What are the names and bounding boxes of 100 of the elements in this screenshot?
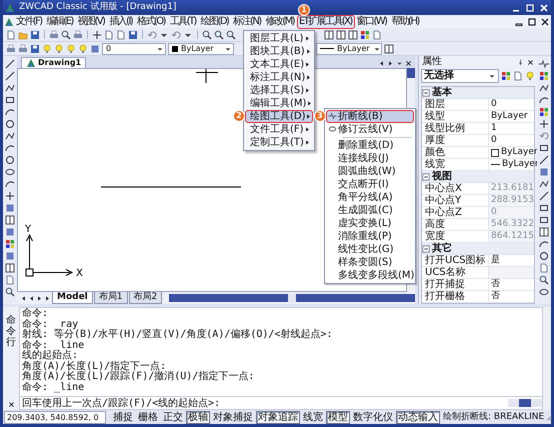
property-value[interactable]: ByLayer (489, 111, 534, 122)
scrollbar-thumb[interactable] (407, 68, 415, 78)
property-value[interactable]: 0 (489, 135, 534, 146)
status-toggle[interactable]: 对象捕捉 (211, 410, 255, 424)
layer-dropdown[interactable]: 0 (102, 42, 166, 54)
collapse-icon[interactable] (422, 244, 430, 252)
scrollbar-thumb[interactable] (519, 399, 531, 407)
menu-item[interactable]: 生成圆弧(C) (326, 204, 414, 216)
menu-item[interactable]: ET扩展工具(X) (296, 14, 355, 28)
close-icon[interactable] (527, 58, 534, 66)
menu-item[interactable]: 插入(I) (107, 14, 136, 28)
menu-item[interactable]: 编辑工具(M) (244, 96, 313, 110)
arc-icon[interactable] (5, 143, 15, 153)
menu-item[interactable]: 文件(F) (14, 14, 45, 28)
menu-item[interactable]: 定制工具(T) (244, 136, 313, 148)
property-value[interactable]: 否 (489, 291, 534, 302)
bulb-icon[interactable] (54, 44, 64, 54)
property-value[interactable]: 否 (489, 279, 534, 290)
grid-icon[interactable] (539, 71, 549, 81)
scrollbar[interactable] (508, 399, 542, 407)
rectangle-icon[interactable] (539, 143, 549, 153)
status-toggle[interactable]: 线宽 (301, 410, 325, 424)
page-icon[interactable] (513, 71, 523, 81)
menu-item[interactable]: 标注(N) (231, 14, 264, 28)
ellipse-icon[interactable] (539, 287, 549, 297)
group-header[interactable]: 其它 (432, 244, 452, 254)
line-icon[interactable] (5, 59, 15, 69)
menu-item[interactable]: 删除重线(D) (326, 138, 414, 152)
linetype-dropdown[interactable]: ByLayer (316, 42, 382, 54)
property-value[interactable]: 是 (489, 255, 534, 266)
close-icon[interactable] (540, 16, 550, 26)
bulb-icon[interactable] (525, 71, 535, 81)
status-toggle[interactable]: 极轴 (186, 410, 210, 424)
menu-item[interactable]: 视图(V) (76, 14, 108, 28)
panel-icon[interactable] (5, 263, 15, 273)
status-toggle[interactable]: 正交 (161, 410, 185, 424)
search-icon[interactable] (202, 30, 212, 40)
menu-item[interactable]: 消除重线(P) (326, 230, 414, 242)
status-toggle[interactable]: 对象追踪 (256, 410, 300, 424)
menu-item[interactable]: 修订云线(V) (326, 122, 414, 136)
page-icon[interactable] (539, 263, 549, 273)
line-icon[interactable] (539, 155, 549, 165)
scrollbar-thumb[interactable] (288, 294, 296, 302)
close-icon[interactable] (405, 60, 412, 67)
panel-icon[interactable] (384, 44, 394, 54)
ellipse-icon[interactable] (5, 167, 15, 177)
polyline-icon[interactable] (5, 131, 15, 141)
panel-icon[interactable] (336, 30, 346, 40)
grid-icon[interactable] (5, 239, 15, 249)
grid-icon[interactable] (539, 107, 549, 117)
printer-icon[interactable] (49, 30, 59, 40)
command-prompt-field[interactable]: 回车使用上一次点/跟踪(F)/<线的起始点>: (19, 397, 543, 410)
menu-item[interactable]: 连接线段(J) (326, 152, 414, 164)
circle-icon[interactable] (5, 119, 15, 129)
line-icon[interactable] (5, 71, 15, 81)
page-icon[interactable] (5, 275, 15, 285)
menu-item[interactable]: 图块工具(B) (244, 44, 313, 58)
menu-item[interactable]: 文本工具(E) (244, 58, 313, 70)
left-arrow-icon[interactable] (378, 60, 385, 67)
search-icon[interactable] (226, 30, 236, 40)
menu-item[interactable]: 折断线(B) (326, 110, 414, 122)
status-toggle[interactable]: 数字化仪 (351, 410, 395, 424)
search-icon[interactable] (5, 287, 15, 297)
close-icon[interactable] (8, 401, 14, 408)
menu-item[interactable]: 多线变多段线(M) (326, 268, 414, 282)
menu-item[interactable]: 角平分线(A) (326, 190, 414, 204)
color-dropdown[interactable]: ByLayer (168, 42, 234, 54)
resize-grip-icon[interactable] (545, 413, 554, 421)
save-icon[interactable] (30, 44, 40, 54)
search-icon[interactable] (539, 275, 549, 285)
printer-icon[interactable] (18, 44, 28, 54)
square-icon[interactable] (5, 227, 15, 237)
square-icon[interactable] (90, 44, 100, 54)
menu-item[interactable]: 标注工具(N) (244, 70, 313, 84)
save-icon[interactable] (30, 30, 40, 40)
plus-icon[interactable] (539, 119, 549, 129)
status-toggle[interactable]: 栅格 (136, 410, 160, 424)
status-toggle[interactable]: 模型 (326, 410, 350, 424)
collapse-icon[interactable] (422, 88, 430, 96)
square-icon[interactable] (5, 251, 15, 261)
menu-item[interactable]: 文件工具(F) (244, 122, 313, 136)
menu-item[interactable]: 图层工具(L) (244, 32, 313, 44)
zigzag-icon[interactable] (539, 59, 549, 69)
property-value[interactable]: 0 (489, 99, 534, 110)
plus-icon[interactable] (5, 191, 15, 201)
menu-item[interactable]: 圆弧曲线(W) (326, 164, 414, 178)
bulb-icon[interactable] (78, 44, 88, 54)
status-toggle[interactable]: 捕捉 (111, 410, 135, 424)
menu-item[interactable]: 修改(M) (264, 14, 297, 28)
menu-item[interactable]: 窗口(W) (354, 14, 390, 28)
polyline-icon[interactable] (539, 179, 549, 189)
arc-icon[interactable] (5, 107, 15, 117)
pin-icon[interactable] (517, 58, 524, 66)
search-icon[interactable] (61, 30, 71, 40)
line-icon[interactable] (539, 191, 549, 201)
menu-item[interactable]: 格式(O) (135, 14, 168, 28)
polyline-icon[interactable] (5, 83, 15, 93)
polyline-icon[interactable] (539, 83, 549, 93)
arc-icon[interactable] (539, 95, 549, 105)
bulb-icon[interactable] (66, 44, 76, 54)
